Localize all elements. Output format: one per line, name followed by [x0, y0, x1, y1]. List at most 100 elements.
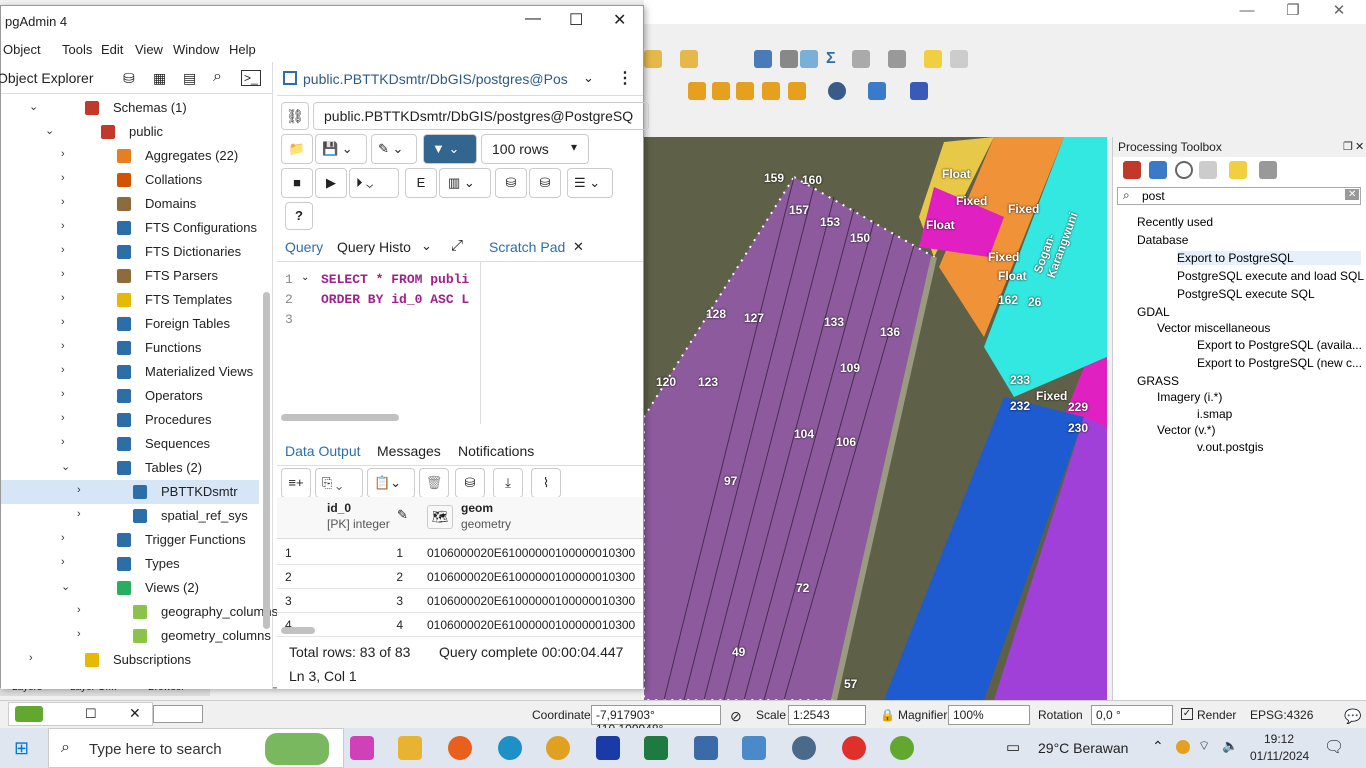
wrench-icon[interactable]	[1259, 161, 1277, 179]
tree-item[interactable]: ⌄ public	[1, 120, 259, 144]
add-row-icon[interactable]: ≡+	[281, 468, 311, 498]
chevron-right-icon[interactable]: ›	[77, 508, 81, 520]
table-row[interactable]: 1 1 0106000020E61000000100000010300	[277, 541, 643, 565]
python-icon[interactable]	[868, 82, 886, 100]
close-icon[interactable]: ✕	[1355, 140, 1364, 153]
rotation-input[interactable]: 0,0 °	[1091, 705, 1173, 725]
tree-item[interactable]: ⌄ Views (2)	[1, 576, 259, 600]
tree-item[interactable]: › Subscriptions	[1, 648, 259, 672]
execute-icon[interactable]: ▶	[315, 168, 347, 198]
connection-select[interactable]: public.PBTTKDsmtr/DbGIS/postgres@Postgre…	[313, 102, 649, 130]
tree-item[interactable]: › Procedures	[1, 408, 259, 432]
stop-icon[interactable]: ■	[281, 168, 313, 198]
save-icon[interactable]: 💾 ⌄	[315, 134, 367, 164]
label-icon[interactable]	[736, 82, 754, 100]
render-checkbox[interactable]: ✓	[1181, 708, 1193, 720]
chevron-right-icon[interactable]: ›	[77, 628, 81, 640]
coordinate-input[interactable]: -7,917903° 110,109948°	[591, 705, 721, 736]
magnifier-input[interactable]: 100%	[948, 705, 1030, 725]
close-icon[interactable]: ✕	[573, 239, 584, 255]
minimize-icon[interactable]: —	[1224, 0, 1270, 24]
toolbar-icon[interactable]	[888, 50, 906, 68]
tree-item[interactable]: › spatial_ref_sys	[1, 504, 259, 528]
toggle-extents-icon[interactable]: ⊘	[730, 708, 742, 725]
weather-icon[interactable]: ▭	[1006, 738, 1020, 756]
messages-icon[interactable]: 💬	[1344, 708, 1361, 725]
toolbox-item[interactable]: Export to PostgreSQL	[1177, 251, 1361, 265]
gear-icon[interactable]	[800, 50, 818, 68]
toolbox-item[interactable]: Database	[1137, 233, 1188, 247]
notion-icon[interactable]	[596, 736, 620, 760]
table-row[interactable]: 4 4 0106000020E61000000100000010300	[277, 613, 643, 637]
notifications-icon[interactable]: 🗨	[1324, 737, 1344, 757]
macros-icon[interactable]: ☰ ⌄	[567, 168, 613, 198]
tab-query-history[interactable]: Query Histo	[337, 239, 411, 255]
toolbox-item[interactable]: i.smap	[1197, 407, 1232, 421]
query-tab-title[interactable]: public.PBTTKDsmtr/DbGIS/postgres@Pos	[303, 71, 573, 87]
tree-item[interactable]: › geography_columns	[1, 600, 278, 624]
tree-item[interactable]: › Trigger Functions	[1, 528, 259, 552]
toolbox-item[interactable]: Imagery (i.*)	[1157, 390, 1222, 404]
tree-item[interactable]: › Operators	[1, 384, 259, 408]
chevron-right-icon[interactable]: ›	[29, 652, 33, 664]
chevron-up-icon[interactable]: ⌃	[1152, 738, 1164, 755]
menu-help[interactable]: Help	[229, 42, 256, 57]
undock-icon[interactable]: ❐	[1343, 140, 1353, 153]
excel-icon[interactable]	[644, 736, 668, 760]
table-row[interactable]: 3 3 0106000020E61000000100000010300	[277, 589, 643, 613]
tree-item[interactable]: › Collations	[1, 168, 259, 192]
maximize-icon[interactable]: ☐	[85, 706, 97, 722]
label-icon[interactable]	[762, 82, 780, 100]
tree-item[interactable]: › Domains	[1, 192, 259, 216]
firefox-icon[interactable]	[448, 736, 472, 760]
copilot-icon[interactable]	[350, 736, 374, 760]
tree-item[interactable]: › geometry_columns	[1, 624, 271, 648]
chevron-right-icon[interactable]: ›	[61, 148, 65, 160]
explain-icon[interactable]: E	[405, 168, 437, 198]
app-icon[interactable]	[742, 736, 766, 760]
clock-time[interactable]: 19:12	[1264, 732, 1294, 746]
execute-options-icon[interactable]: ⏵ ⌄	[349, 168, 399, 198]
edge-icon[interactable]	[498, 736, 522, 760]
menu-view[interactable]: View	[135, 42, 163, 57]
toolbox-item[interactable]: Export to PostgreSQL (new c...	[1197, 356, 1362, 370]
graph-icon[interactable]: ⌇	[531, 468, 561, 498]
toolbox-item[interactable]: Vector miscellaneous	[1157, 321, 1270, 335]
tree-item[interactable]: › PBTTKDsmtr	[1, 480, 259, 504]
models-icon[interactable]	[1123, 161, 1141, 179]
clock-date[interactable]: 01/11/2024	[1250, 749, 1309, 763]
locator-input[interactable]	[153, 705, 203, 723]
download-icon[interactable]: ⤓	[493, 468, 523, 498]
identify-icon[interactable]	[754, 50, 772, 68]
toolbox-item[interactable]: Recently used	[1137, 215, 1213, 229]
minimize-icon[interactable]: —	[525, 10, 541, 28]
view-data-icon[interactable]: ▦	[153, 70, 166, 87]
tab-messages[interactable]: Messages	[377, 443, 441, 459]
close-icon[interactable]: ✕	[613, 10, 626, 30]
table-icon[interactable]	[780, 50, 798, 68]
tree-item[interactable]: › FTS Parsers	[1, 264, 259, 288]
tab-data-output[interactable]: Data Output	[285, 443, 361, 459]
qgis-icon[interactable]	[890, 736, 914, 760]
pgadmin-icon[interactable]	[694, 736, 718, 760]
chevron-right-icon[interactable]: ›	[61, 340, 65, 352]
lock-icon[interactable]: 🔒	[880, 708, 895, 722]
label-icon[interactable]	[688, 82, 706, 100]
tree-item[interactable]: ⌄ Tables (2)	[1, 456, 259, 480]
chevron-right-icon[interactable]: ›	[61, 556, 65, 568]
toolbar-icon[interactable]	[644, 50, 662, 68]
toolbox-item[interactable]: Vector (v.*)	[1157, 423, 1215, 437]
search-icon[interactable]: ⌕	[213, 68, 222, 86]
grid-scrollbar[interactable]	[281, 627, 315, 634]
chevron-down-icon[interactable]: ⌄	[29, 100, 38, 113]
tab-notifications[interactable]: Notifications	[458, 443, 534, 459]
tree-item[interactable]: › Aggregates (22)	[1, 144, 259, 168]
toolbox-item[interactable]: GDAL	[1137, 305, 1170, 319]
fold-icon[interactable]: ⌄	[301, 272, 309, 283]
chevron-right-icon[interactable]: ›	[61, 436, 65, 448]
edit-column-icon[interactable]: ✎	[397, 507, 408, 523]
psql-tool-icon[interactable]: >_	[241, 70, 261, 86]
toolbar-icon[interactable]	[852, 50, 870, 68]
edit-icon[interactable]: ✎ ⌄	[371, 134, 417, 164]
toolbox-search-input[interactable]	[1117, 187, 1361, 205]
